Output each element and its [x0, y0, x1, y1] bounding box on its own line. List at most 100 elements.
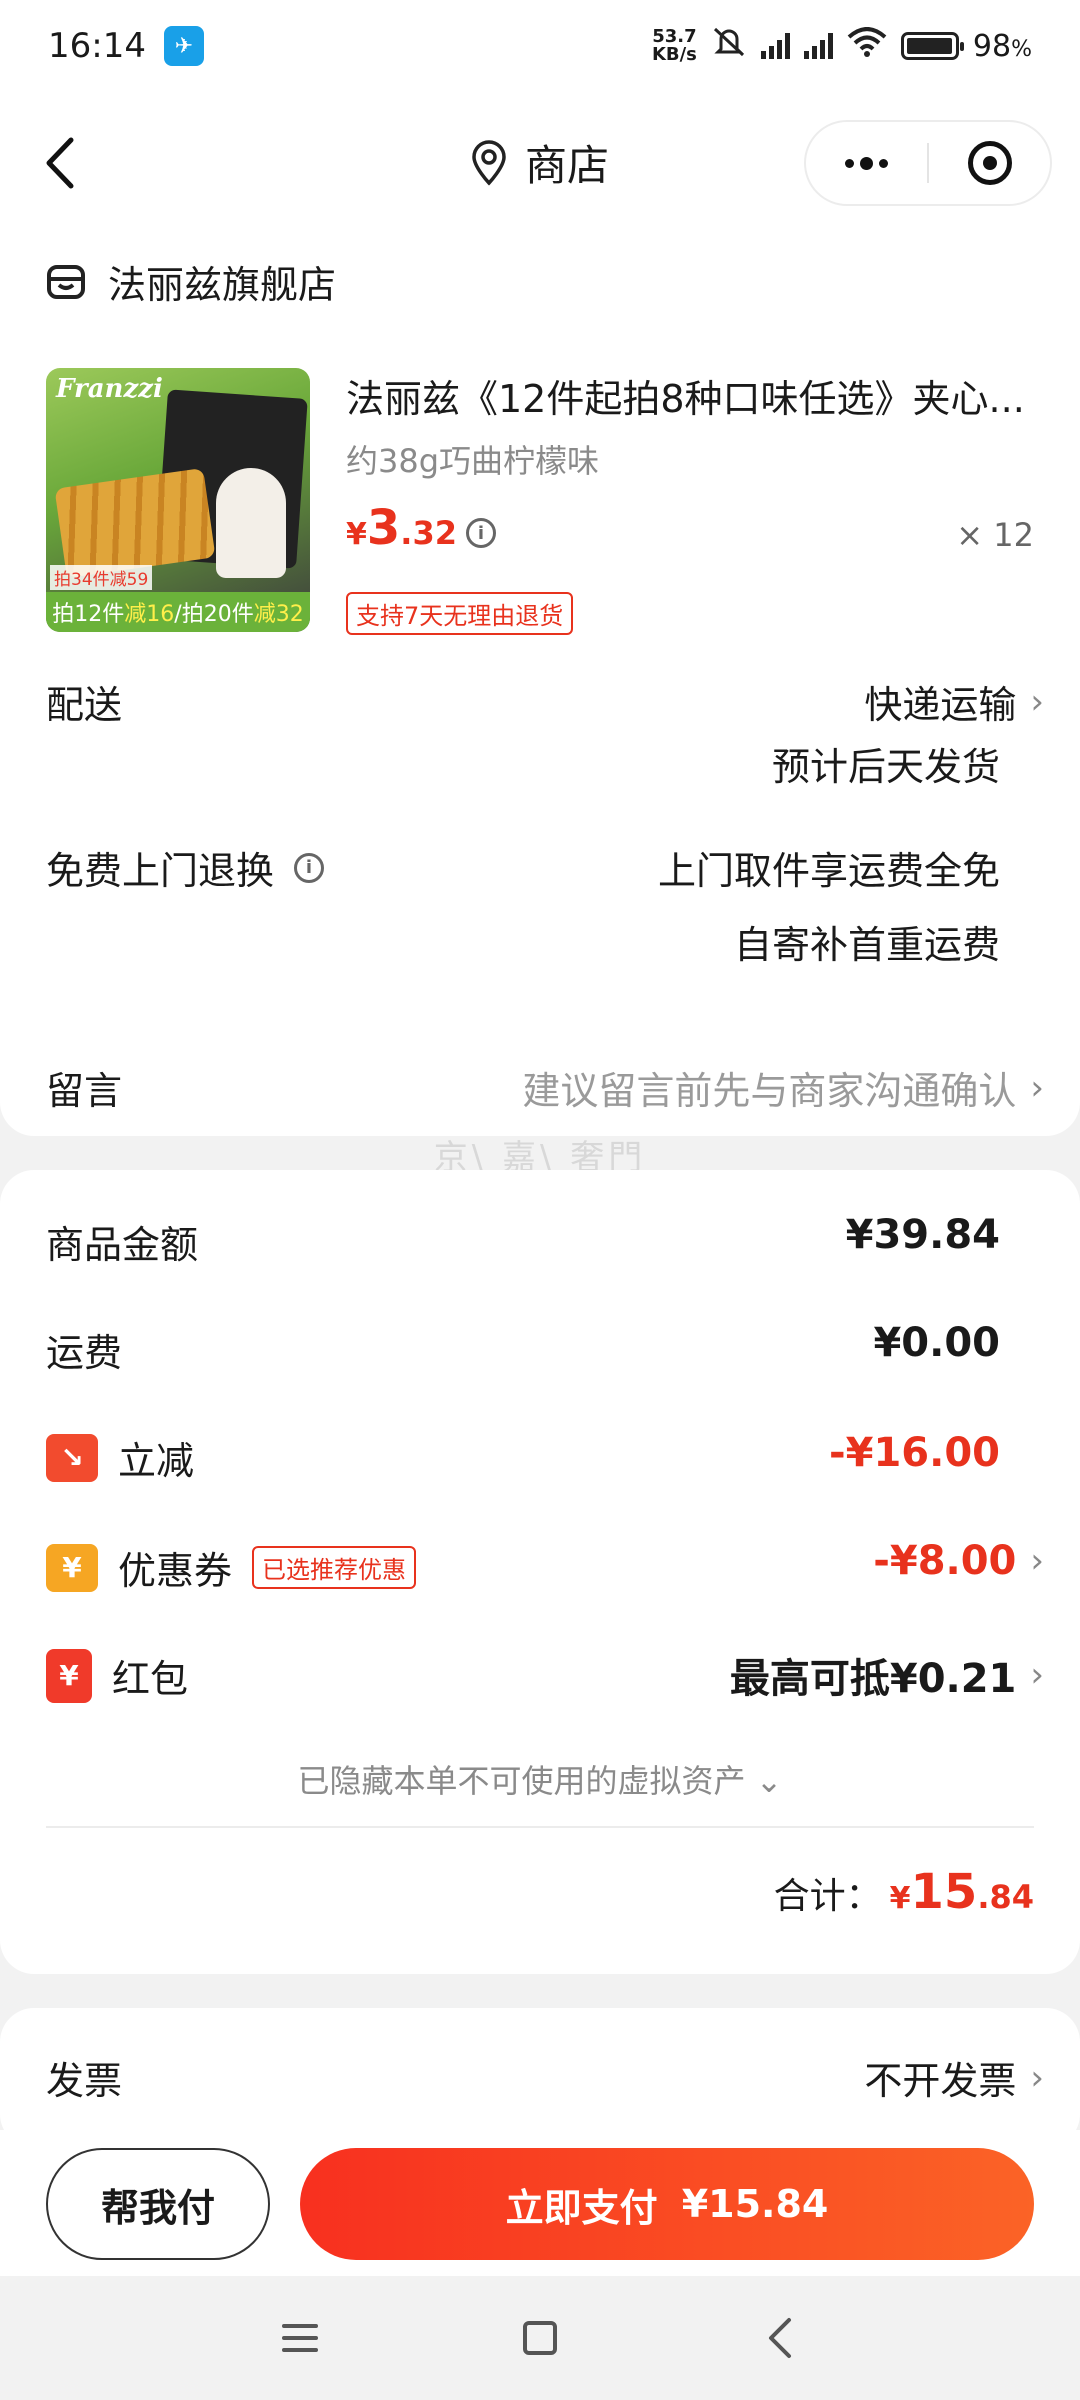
status-bar: 16:14 ✈ 53.7 KB/s 98%: [0, 0, 1080, 92]
menu-icon: [282, 2324, 318, 2352]
battery-icon: [900, 32, 964, 60]
net-speed-unit: KB/s: [651, 44, 697, 65]
total-decimal: .84: [977, 1878, 1034, 1916]
promo-part-3: /拍20件: [174, 602, 254, 627]
delivery-label: 配送: [46, 683, 123, 727]
coupon-yen-icon: ¥: [46, 1543, 98, 1592]
signal-icon-2: [803, 33, 833, 59]
free-return-label: 免费上门退换: [46, 849, 275, 893]
target-circle-icon: [967, 141, 1012, 185]
system-back-button[interactable]: [750, 2308, 810, 2368]
coupon-selected-tag: 已选推荐优惠: [252, 1546, 417, 1589]
red-packet-label: 红包: [112, 1657, 189, 1701]
free-return-info-icon[interactable]: i: [294, 852, 325, 883]
chevron-right-icon: ›: [1030, 1541, 1044, 1581]
free-return-label-row: 免费上门退换 i: [46, 840, 325, 895]
delivery-eta: 预计后天发货: [771, 745, 1000, 789]
shop-icon: [47, 264, 85, 299]
product-quantity: × 12: [956, 516, 1034, 554]
message-input-row[interactable]: 建议留言前先与商家沟通确认 ›: [522, 1060, 1044, 1115]
delivery-method: 快递运输: [864, 683, 1017, 727]
total-price: ¥ 15 .84: [882, 1864, 1034, 1920]
goods-amount-label: 商品金额: [46, 1223, 199, 1267]
back-triangle-icon: [769, 2318, 791, 2358]
chevron-right-icon: ›: [1030, 2057, 1044, 2098]
net-speed: 53.7 KB/s: [652, 28, 697, 64]
wifi-icon: [847, 27, 887, 65]
red-packet-icon: ¥: [46, 1648, 92, 1703]
instant-discount-label: 立减: [118, 1439, 195, 1483]
app-notification-icon: ✈: [163, 26, 204, 66]
invoice-label: 发票: [46, 2059, 123, 2103]
order-total: 合计： ¥ 15 .84: [774, 1864, 1034, 1920]
product-image-sticks: [54, 467, 216, 579]
delivery-method-row[interactable]: 快递运输 ›: [864, 674, 1044, 729]
instant-discount-value: -¥16.00: [829, 1430, 1000, 1476]
price-integer: 3: [366, 500, 401, 556]
product-image[interactable]: Franzzi 拍34件减59 拍12件 减16/拍20件 减32: [46, 368, 310, 632]
red-packet-value: 最高可抵¥0.21: [729, 1656, 1017, 1702]
pay-now-label: 立即支付: [505, 2185, 658, 2230]
red-packet-value-row[interactable]: 最高可抵¥0.21 ›: [730, 1646, 1044, 1704]
free-return-line1: 上门取件享运费全免: [657, 849, 1000, 893]
summary-divider: [46, 1826, 1034, 1828]
invoice-row[interactable]: 不开发票 ›: [864, 2050, 1044, 2105]
battery-fill: [906, 38, 952, 54]
mini-program-capsule: [804, 120, 1052, 206]
trend-down-icon: ↘: [46, 1433, 98, 1482]
total-currency: ¥: [889, 1881, 911, 1916]
hidden-assets-toggle[interactable]: 已隐藏本单不可使用的虚拟资产 ⌄: [0, 1756, 1080, 1802]
status-left: 16:14 ✈: [48, 26, 204, 66]
product-title[interactable]: 法丽兹《12件起拍8种口味任选》夹心...: [346, 368, 1026, 423]
goods-amount-value: ¥39.84: [845, 1212, 1000, 1258]
chevron-right-icon: ›: [1030, 1067, 1044, 1108]
chevron-right-icon: ›: [1030, 681, 1044, 722]
message-label: 留言: [46, 1069, 123, 1113]
recent-apps-button[interactable]: [270, 2308, 330, 2368]
more-dots-icon: [845, 156, 888, 170]
invoice-value: 不开发票: [864, 2059, 1017, 2103]
shipping-fee-label: 运费: [46, 1331, 123, 1375]
promo-part-4: 减32: [253, 602, 304, 627]
red-packet-row[interactable]: ¥ 红包: [46, 1648, 188, 1703]
promo-part-1: 拍12件: [52, 602, 125, 627]
page-title: 商店: [524, 141, 609, 190]
coupon-row[interactable]: ¥ 优惠券 已选推荐优惠: [46, 1540, 417, 1595]
help-pay-button[interactable]: 帮我付: [46, 2148, 270, 2260]
coupon-label: 优惠券: [118, 1549, 233, 1593]
home-button[interactable]: [510, 2308, 570, 2368]
status-right: 53.7 KB/s 98%: [652, 25, 1032, 67]
pay-now-amount: ¥15.84: [681, 2182, 829, 2226]
price-currency: ¥: [346, 517, 367, 552]
shop-name: 法丽兹旗舰店: [108, 263, 337, 307]
coupon-value: -¥8.00: [873, 1538, 1017, 1584]
mini-program-header: 商店: [0, 92, 1080, 234]
total-integer: 15: [910, 1864, 978, 1920]
total-label: 合计：: [773, 1876, 882, 1917]
battery-percent: 98: [972, 28, 1012, 64]
status-time: 16:14: [48, 26, 146, 66]
free-return-line2: 自寄补首重运费: [733, 923, 1000, 967]
instant-discount-row: ↘ 立减: [46, 1430, 194, 1485]
mute-icon: [711, 25, 747, 67]
message-placeholder: 建议留言前先与商家沟通确认: [522, 1069, 1017, 1113]
return-policy-tag: 支持7天无理由退货: [346, 592, 574, 635]
price-decimal: .32: [400, 514, 457, 552]
close-mini-program-button[interactable]: [929, 122, 1050, 204]
bottom-action-bar: 帮我付 立即支付 ¥15.84: [0, 2130, 1080, 2276]
shipping-fee-value: ¥0.00: [873, 1320, 1000, 1366]
more-button[interactable]: [806, 122, 927, 204]
product-image-person: [216, 468, 286, 578]
product-variant[interactable]: 约38g巧曲柠檬味: [346, 436, 599, 482]
shop-row[interactable]: 法丽兹旗舰店: [46, 254, 336, 309]
product-image-brand: Franzzi: [56, 374, 163, 404]
chevron-right-icon: ›: [1030, 1655, 1044, 1695]
coupon-value-row[interactable]: -¥8.00 ›: [873, 1538, 1044, 1584]
product-image-promo-2: 拍12件 减16/拍20件 减32: [46, 592, 310, 632]
home-square-icon: [523, 2321, 557, 2355]
price-info-icon[interactable]: i: [466, 518, 496, 548]
pay-now-button[interactable]: 立即支付 ¥15.84: [300, 2148, 1034, 2260]
product-price: ¥ 3 .32: [346, 500, 457, 556]
promo-part-2: 减16: [124, 602, 175, 627]
system-nav-bar: [0, 2276, 1080, 2400]
